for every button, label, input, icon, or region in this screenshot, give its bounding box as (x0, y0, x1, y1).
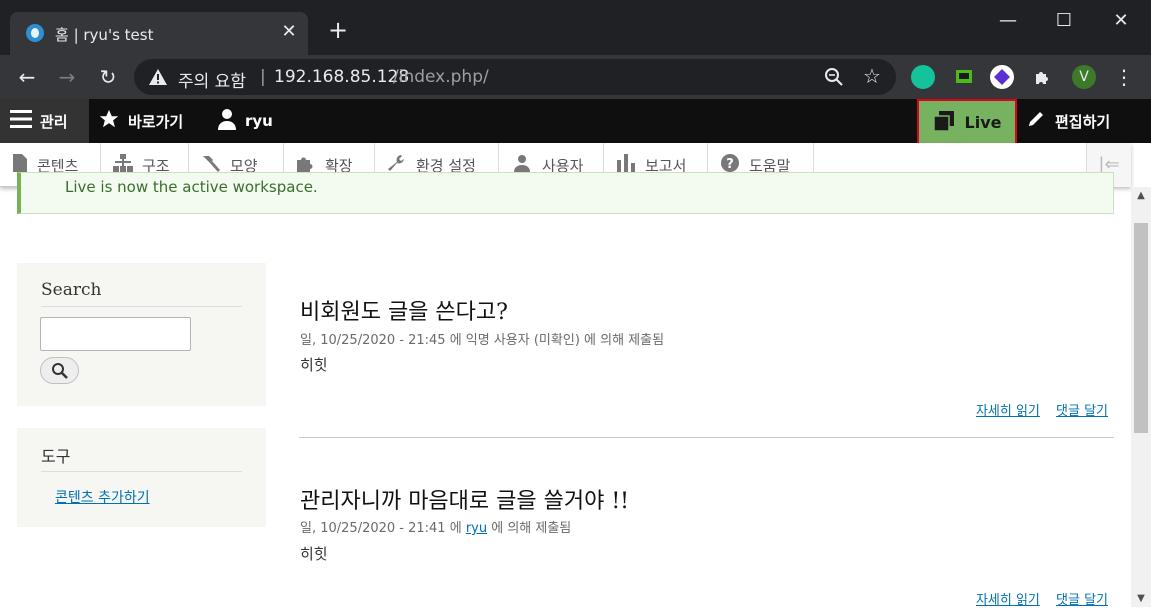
search-button[interactable] (40, 357, 79, 384)
forward-arrow-icon[interactable]: → (53, 63, 81, 91)
status-message: Live is now the active workspace. (17, 172, 1114, 214)
maximize-button[interactable]: ☐ (1042, 8, 1086, 34)
divider (41, 306, 242, 307)
back-arrow-icon[interactable]: ← (13, 63, 41, 91)
add-content-link[interactable]: 콘텐츠 추가하기 (55, 487, 150, 507)
extensions-puzzle-icon[interactable] (1031, 65, 1055, 89)
scroll-down-arrow-icon[interactable]: ▼ (1131, 590, 1151, 607)
layers-extension-icon[interactable] (990, 65, 1014, 89)
article-title[interactable]: 비회원도 글을 쓴다고? (300, 294, 508, 326)
bookmark-star-icon[interactable]: ☆ (863, 64, 881, 88)
url-path: /index.php/ (393, 67, 489, 87)
pencil-icon (1026, 109, 1046, 133)
divider (41, 471, 242, 472)
user-tab[interactable]: ryu (217, 99, 273, 143)
browser-tab-bar: 홈 | ryu's test ✕ + — ☐ ✕ (0, 0, 1151, 55)
read-more-link[interactable]: 자세히 읽기 (976, 593, 1040, 608)
tab-close-icon[interactable]: ✕ (278, 21, 300, 43)
search-icon (51, 362, 68, 379)
article-meta-suffix: 에 의해 제출됨 (491, 521, 572, 536)
article-divider (299, 437, 1114, 438)
workspace-label: Live (964, 113, 1002, 132)
read-more-link[interactable]: 자세히 읽기 (976, 404, 1040, 419)
zoom-icon[interactable] (824, 67, 844, 87)
grammarly-extension-icon[interactable] (911, 65, 935, 89)
author-link[interactable]: ryu (466, 521, 487, 536)
drupal-favicon-icon (26, 24, 44, 42)
svg-text:?: ? (726, 157, 734, 172)
article-links: 자세히 읽기 댓글 달기 (964, 400, 1108, 419)
screen-extension-icon[interactable] (952, 65, 976, 89)
add-comment-link[interactable]: 댓글 달기 (1056, 404, 1108, 419)
scroll-up-arrow-icon[interactable]: ▲ (1131, 187, 1151, 204)
profile-avatar[interactable]: V (1072, 65, 1096, 89)
url-separator: | (260, 67, 266, 87)
article-title[interactable]: 관리자니까 마음대로 글을 쓸거야 !! (300, 483, 629, 515)
new-tab-button[interactable]: + (325, 18, 351, 42)
search-block-title: Search (41, 280, 102, 300)
add-comment-link[interactable]: 댓글 달기 (1056, 593, 1108, 608)
shortcuts-tab[interactable]: 바로가기 (98, 99, 183, 143)
edit-mode-button[interactable]: 편집하기 (1020, 99, 1151, 143)
hamburger-icon (10, 109, 32, 133)
shortcuts-label: 바로가기 (128, 112, 184, 131)
url-host: 192.168.85.128 (274, 67, 410, 87)
article-meta: 일, 10/25/2020 - 21:45 에 익명 사용자 (미확인) 에 의… (300, 333, 665, 348)
page-scrollbar[interactable]: ▲ ▼ (1131, 187, 1151, 607)
manage-tab[interactable]: 관리 (0, 99, 89, 143)
close-window-button[interactable]: ✕ (1099, 8, 1143, 34)
user-label: ryu (245, 112, 273, 130)
search-input[interactable] (40, 317, 191, 351)
minimize-button[interactable]: — (986, 8, 1030, 34)
manage-label: 관리 (40, 112, 68, 131)
browser-toolbar: ← → ↻ 주의 요함 | 192.168.85.128 /index.php/… (0, 55, 1151, 99)
address-bar[interactable]: 주의 요함 | 192.168.85.128 /index.php/ ☆ (134, 59, 896, 95)
workspace-live-button[interactable]: Live (917, 99, 1017, 146)
warning-icon (149, 69, 167, 85)
menu-kebab-icon[interactable]: ⋮ (1110, 63, 1138, 91)
workspace-icon (932, 110, 955, 136)
tools-block-title: 도구 (41, 447, 71, 466)
reload-icon[interactable]: ↻ (94, 63, 122, 91)
article-body: 히힛 (300, 545, 328, 563)
star-icon (98, 108, 120, 134)
article-links: 자세히 읽기 댓글 달기 (964, 589, 1108, 608)
article-body: 히힛 (300, 356, 328, 374)
tools-block: 도구 콘텐츠 추가하기 (17, 428, 266, 527)
article-meta-date: 일, 10/25/2020 - 21:41 에 (300, 521, 462, 536)
scrollbar-thumb[interactable] (1134, 223, 1148, 433)
search-block: Search (17, 263, 266, 406)
status-message-text: Live is now the active workspace. (65, 178, 318, 196)
security-label[interactable]: 주의 요함 (178, 67, 246, 92)
edit-label: 편집하기 (1055, 112, 1111, 131)
browser-tab[interactable]: 홈 | ryu's test ✕ (10, 12, 308, 55)
user-icon (217, 108, 237, 134)
article-meta: 일, 10/25/2020 - 21:41 에 ryu 에 의해 제출됨 (300, 517, 571, 536)
tab-title: 홈 | ryu's test (55, 26, 154, 44)
